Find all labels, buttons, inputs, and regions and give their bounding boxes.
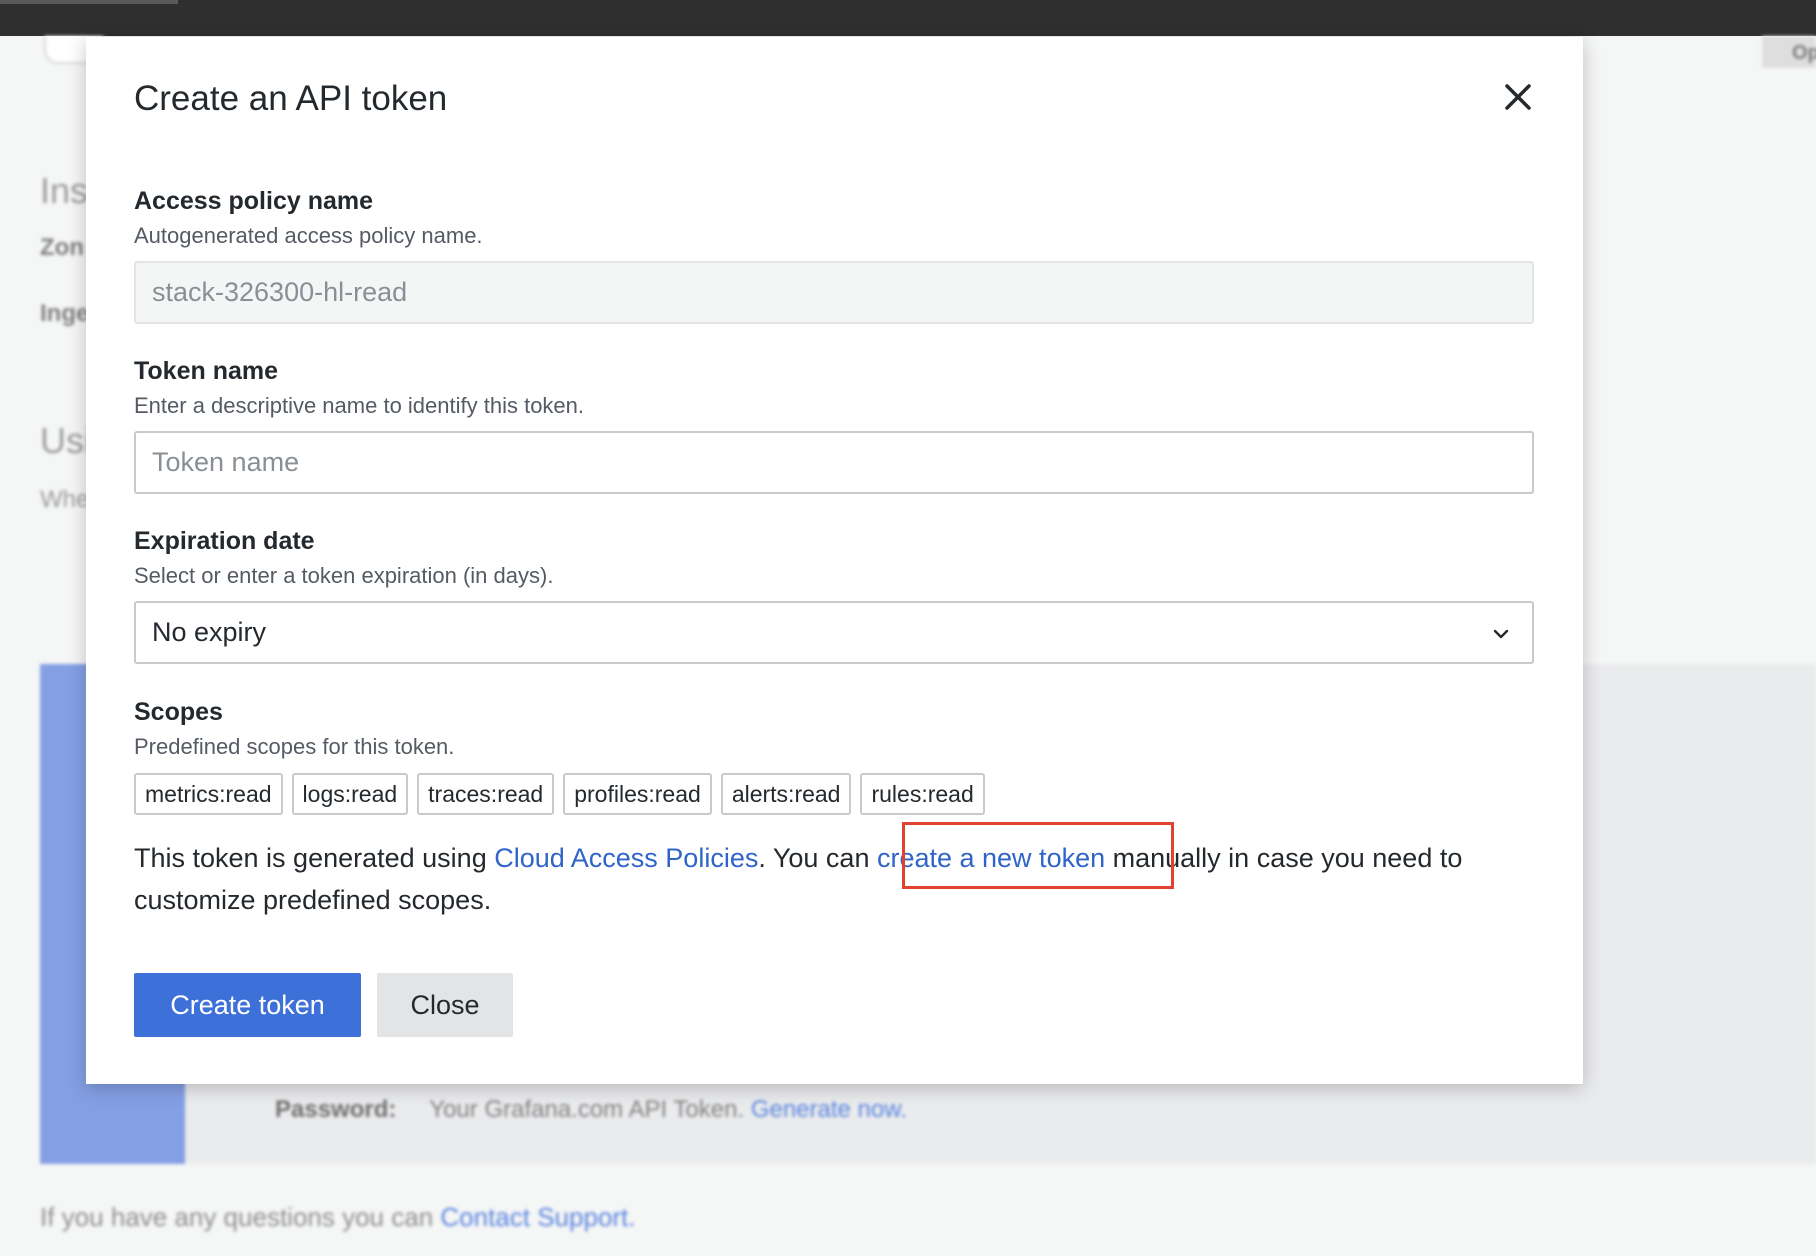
chevron-down-icon <box>1493 629 1509 639</box>
scope-tag: profiles:read <box>563 773 712 815</box>
create-token-button[interactable]: Create token <box>134 973 361 1037</box>
token-info-text: This token is generated using Cloud Acce… <box>134 837 1544 921</box>
expiration-selected-value: No expiry <box>152 617 267 647</box>
scope-tag: logs:read <box>291 773 409 815</box>
scope-tag: metrics:read <box>134 773 283 815</box>
token-name-input[interactable] <box>134 431 1534 494</box>
expiration-date-select[interactable]: No expiry <box>134 601 1534 664</box>
close-button[interactable]: Close <box>377 973 513 1037</box>
create-api-token-modal: Create an API token Access policy name A… <box>86 37 1583 1084</box>
info-text-part: . You can <box>758 843 877 873</box>
top-bar <box>0 0 1816 36</box>
expiration-date-label: Expiration date <box>134 527 315 555</box>
token-name-description: Enter a descriptive name to identify thi… <box>134 393 585 418</box>
access-policy-name-input[interactable] <box>134 261 1534 324</box>
scopes-label: Scopes <box>134 698 223 726</box>
scopes-description: Predefined scopes for this token. <box>134 734 455 759</box>
scopes-list: metrics:read logs:read traces:read profi… <box>134 773 985 815</box>
scope-tag: alerts:read <box>720 773 852 815</box>
access-policy-label: Access policy name <box>134 187 374 215</box>
top-bar-tab <box>0 0 178 4</box>
scope-tag: traces:read <box>417 773 555 815</box>
cloud-access-policies-link[interactable]: Cloud Access Policies <box>494 843 758 873</box>
close-icon[interactable] <box>1496 75 1540 119</box>
modal-title: Create an API token <box>134 79 448 118</box>
expiration-date-description: Select or enter a token expiration (in d… <box>134 563 554 588</box>
scope-tag: rules:read <box>860 773 985 815</box>
token-name-label: Token name <box>134 357 279 385</box>
access-policy-description: Autogenerated access policy name. <box>134 223 483 248</box>
info-text-part: This token is generated using <box>134 843 495 873</box>
highlight-box <box>902 822 1174 889</box>
